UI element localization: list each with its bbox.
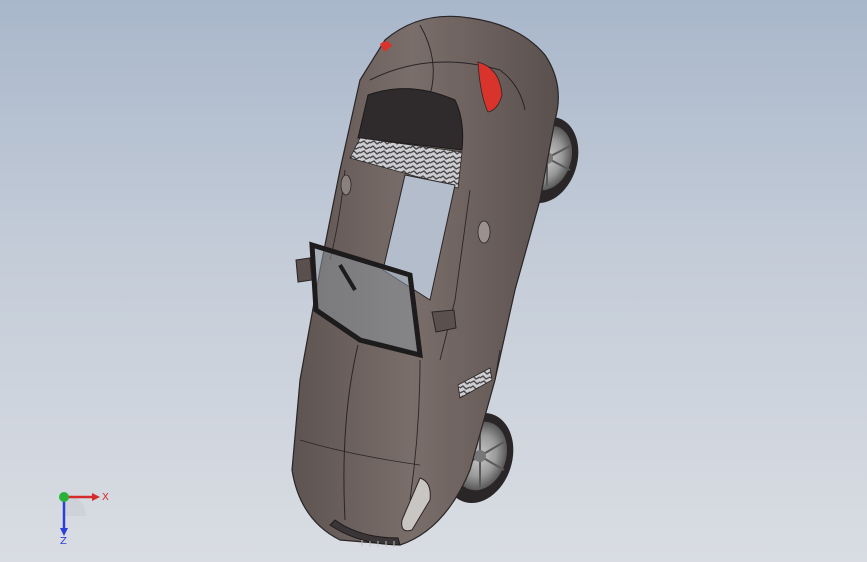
y-axis-origin <box>59 492 69 502</box>
graphics-viewport[interactable]: X Z <box>0 0 867 562</box>
z-axis-label: Z <box>60 536 67 546</box>
x-axis-label: X <box>102 492 109 503</box>
car-model[interactable] <box>0 0 867 562</box>
mirror-left <box>295 257 313 283</box>
mirror-right <box>431 309 457 333</box>
coordinate-triad: X Z <box>59 492 109 546</box>
